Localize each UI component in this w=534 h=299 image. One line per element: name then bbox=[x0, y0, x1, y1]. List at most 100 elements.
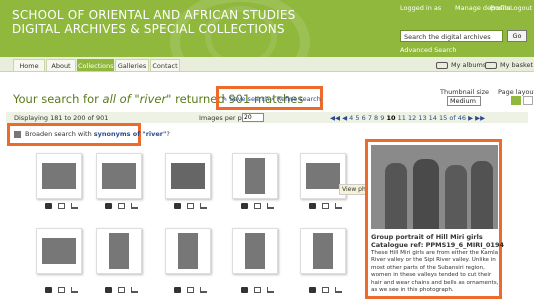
thumbnail[interactable] bbox=[96, 228, 142, 274]
basket-icon[interactable] bbox=[200, 287, 207, 293]
synonyms-link[interactable]: synonyms of "river" bbox=[94, 130, 167, 138]
basket-icon[interactable] bbox=[335, 287, 342, 293]
basket-icon[interactable] bbox=[71, 203, 78, 209]
thumbnail[interactable] bbox=[36, 228, 82, 274]
broaden-search-text: Broaden search with synonyms of "river"? bbox=[25, 130, 170, 138]
album-icon[interactable] bbox=[118, 203, 125, 209]
thumbnail-photo bbox=[42, 238, 76, 264]
logout-link[interactable]: Logout bbox=[510, 4, 532, 12]
tab-contact[interactable]: Contact bbox=[150, 59, 180, 71]
basket-icon[interactable] bbox=[71, 287, 78, 293]
tab-galleries[interactable]: Galleries bbox=[115, 59, 149, 71]
site-title-line1[interactable]: SCHOOL OF ORIENTAL AND AFRICAN STUDIES bbox=[12, 8, 295, 22]
thumbnail-actions bbox=[105, 287, 145, 295]
thumbnail[interactable] bbox=[232, 153, 278, 199]
displaying-count: Displaying 181 to 200 of 901 bbox=[14, 114, 109, 122]
detail-photo[interactable] bbox=[371, 145, 498, 229]
page-link[interactable]: 4 bbox=[349, 114, 353, 122]
my-albums-link[interactable]: My albums bbox=[436, 59, 486, 71]
magnifier-icon: ⌕ bbox=[271, 95, 275, 103]
basket-icon[interactable] bbox=[267, 287, 274, 293]
thumbnail-actions bbox=[105, 203, 145, 211]
my-basket-label: My basket bbox=[500, 61, 534, 69]
camera-icon[interactable] bbox=[309, 203, 316, 209]
thumbnail[interactable] bbox=[232, 228, 278, 274]
prev-page-icon[interactable]: ◀ bbox=[342, 114, 347, 122]
page-link[interactable]: 6 bbox=[362, 114, 366, 122]
camera-icon[interactable] bbox=[45, 287, 52, 293]
album-icon[interactable] bbox=[254, 203, 261, 209]
page-link[interactable]: 7 bbox=[368, 114, 372, 122]
thumbnail-actions bbox=[45, 287, 85, 295]
refine-search-link[interactable]: ⌕ Refine search bbox=[271, 95, 321, 104]
thumbnail[interactable] bbox=[96, 153, 142, 199]
album-icon[interactable] bbox=[118, 287, 125, 293]
thumbnail-photo bbox=[109, 233, 129, 269]
album-icon[interactable] bbox=[187, 203, 194, 209]
camera-icon[interactable] bbox=[174, 203, 181, 209]
thumbnail[interactable] bbox=[165, 153, 211, 199]
profile-link[interactable]: Profile bbox=[490, 4, 510, 12]
thumbnail-actions bbox=[309, 287, 349, 295]
basket-icon[interactable] bbox=[267, 203, 274, 209]
camera-icon[interactable] bbox=[241, 203, 248, 209]
photo-figure bbox=[445, 165, 467, 229]
next-page-icon[interactable]: ▶ bbox=[468, 114, 473, 122]
last-page-icon[interactable]: ▶▶ bbox=[475, 114, 485, 122]
thumbnail[interactable] bbox=[165, 228, 211, 274]
save-search-label: Save search bbox=[229, 95, 270, 103]
tab-home[interactable]: Home bbox=[13, 59, 45, 71]
site-title-line2[interactable]: DIGITAL ARCHIVES & SPECIAL COLLECTIONS bbox=[12, 22, 285, 36]
page-link[interactable]: 8 bbox=[374, 114, 378, 122]
pager: ◀◀ ◀ 4 5 6 7 8 9 10 11 12 13 14 15 of 46… bbox=[330, 114, 485, 122]
go-button[interactable]: Go bbox=[507, 30, 527, 42]
album-icon[interactable] bbox=[254, 287, 261, 293]
page-link[interactable]: 14 bbox=[429, 114, 437, 122]
grid-layout-icon[interactable] bbox=[511, 96, 521, 105]
thumbnail-photo bbox=[178, 233, 198, 269]
tab-about[interactable]: About bbox=[46, 59, 76, 71]
logged-in-text: Logged in as bbox=[400, 4, 442, 12]
camera-icon[interactable] bbox=[105, 203, 112, 209]
my-albums-label: My albums bbox=[451, 61, 487, 69]
advanced-search-link[interactable]: Advanced Search bbox=[400, 46, 457, 54]
broaden-icon bbox=[14, 131, 21, 138]
my-basket-link[interactable]: My basket bbox=[485, 59, 533, 71]
tab-collections[interactable]: Collections bbox=[77, 59, 114, 71]
search-input[interactable]: Search the digital archives bbox=[400, 30, 503, 42]
results-prefix: Your search for bbox=[13, 92, 103, 106]
pencil-icon: ✎ bbox=[222, 95, 228, 103]
page-link[interactable]: 46 bbox=[458, 114, 466, 122]
basket-icon[interactable] bbox=[131, 203, 138, 209]
camera-icon[interactable] bbox=[241, 287, 248, 293]
page-link[interactable]: 5 bbox=[355, 114, 359, 122]
page-link[interactable]: 11 bbox=[398, 114, 406, 122]
album-icon[interactable] bbox=[322, 287, 329, 293]
basket-icon[interactable] bbox=[335, 203, 342, 209]
images-per-page-select[interactable]: 20 bbox=[242, 113, 264, 122]
page-link[interactable]: 9 bbox=[380, 114, 384, 122]
basket-icon[interactable] bbox=[131, 287, 138, 293]
first-page-icon[interactable]: ◀◀ bbox=[330, 114, 340, 122]
list-layout-icon[interactable] bbox=[523, 96, 533, 105]
camera-icon[interactable] bbox=[309, 287, 316, 293]
save-search-link[interactable]: ✎ Save search bbox=[222, 95, 269, 103]
album-icon[interactable] bbox=[58, 203, 65, 209]
camera-icon[interactable] bbox=[105, 287, 112, 293]
album-icon[interactable] bbox=[187, 287, 194, 293]
thumbnail[interactable] bbox=[300, 228, 346, 274]
thumbnail-size-select[interactable]: Medium bbox=[447, 96, 481, 106]
thumbnail-size-label: Thumbnail size bbox=[440, 88, 490, 96]
thumbnail-actions bbox=[174, 287, 214, 295]
camera-icon[interactable] bbox=[45, 203, 52, 209]
basket-icon[interactable] bbox=[200, 203, 207, 209]
page-link[interactable]: 13 bbox=[418, 114, 426, 122]
broaden-prefix: Broaden search with bbox=[25, 130, 94, 138]
album-icon[interactable] bbox=[322, 203, 329, 209]
thumbnail[interactable] bbox=[36, 153, 82, 199]
photo-figure bbox=[471, 161, 493, 229]
page-link[interactable]: 12 bbox=[408, 114, 416, 122]
album-icon[interactable] bbox=[58, 287, 65, 293]
camera-icon[interactable] bbox=[174, 287, 181, 293]
page-link[interactable]: 15 bbox=[439, 114, 447, 122]
